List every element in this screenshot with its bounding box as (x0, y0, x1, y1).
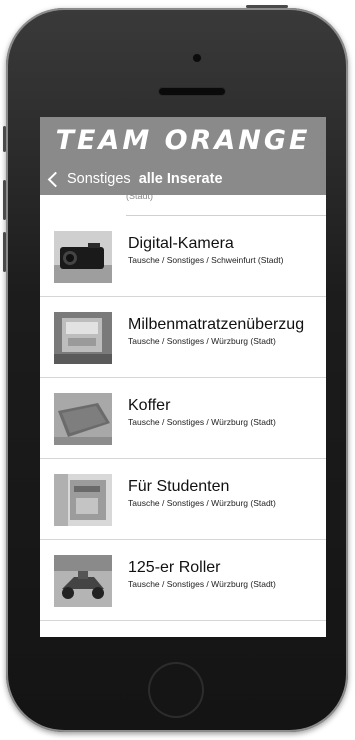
listing-title: Koffer (128, 397, 171, 414)
back-button[interactable]: Sonstiges (40, 171, 131, 187)
front-camera (193, 54, 201, 62)
list-item[interactable]: Digital-Kamera Tausche / Sonstiges / Sch… (40, 216, 326, 297)
camera-photo-icon (54, 231, 112, 283)
listing-category-path: Tausche / Sonstiges / Würzburg (Stadt) (128, 336, 276, 346)
app-screen: TEAM ORANGE Sonstiges alle Inserate (Sta… (40, 117, 326, 637)
student-items-photo-icon (54, 474, 112, 526)
listing-title: Für Studenten (128, 478, 230, 495)
list-item[interactable]: Für Studenten Tausche / Sonstiges / Würz… (40, 459, 326, 540)
chevron-left-icon (47, 171, 64, 187)
navigation-bar: Sonstiges alle Inserate (40, 163, 326, 195)
listing-title: Digital-Kamera (128, 235, 234, 252)
scooter-photo-icon (54, 555, 112, 607)
page-title: alle Inserate (138, 171, 223, 187)
listing-category-path: Tausche / Sonstiges / Würzburg (Stadt) (128, 579, 276, 589)
list-item[interactable]: 125-er Roller Tausche / Sonstiges / Würz… (40, 540, 326, 621)
listings-list: (Stadt) Digital-Kamera Tausche / Sonstig… (40, 191, 326, 621)
listing-category-path: Tausche / Sonstiges / Würzburg (Stadt) (128, 498, 276, 508)
earpiece-speaker (159, 88, 225, 95)
suitcase-photo-icon (54, 393, 112, 445)
brand-header: TEAM ORANGE (40, 117, 326, 163)
home-button[interactable] (150, 664, 202, 716)
listing-category-path: Tausche / Sonstiges / Würzburg (Stadt) (128, 417, 276, 427)
volume-down-button (3, 232, 6, 272)
listing-title: Milbenmatratzenüberzug (128, 316, 305, 333)
power-button (246, 5, 288, 8)
listing-category-path: Tausche / Sonstiges / Schweinfurt (Stadt… (128, 255, 284, 265)
back-button-label: Sonstiges (67, 171, 131, 187)
list-item[interactable]: Milbenmatratzenüberzug Tausche / Sonstig… (40, 297, 326, 378)
listing-title: 125-er Roller (128, 559, 221, 576)
mute-switch (3, 126, 6, 152)
mattress-cover-photo-icon (54, 312, 112, 364)
list-item[interactable]: Koffer Tausche / Sonstiges / Würzburg (S… (40, 378, 326, 459)
volume-up-button (3, 180, 6, 220)
partial-list-item: (Stadt) (126, 191, 326, 216)
brand-logo: TEAM ORANGE (55, 124, 311, 156)
